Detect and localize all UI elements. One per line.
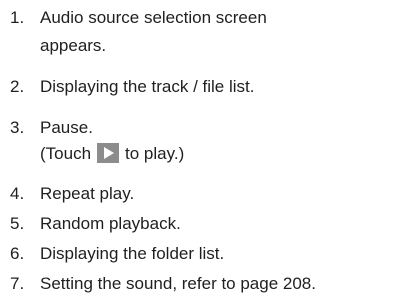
play-icon [97, 143, 120, 163]
touch-label: (Touch [40, 144, 92, 163]
item-number: 3. [10, 118, 25, 137]
to-play-label: to play.) [125, 144, 185, 163]
item-text: Audio source selection screen [40, 8, 267, 27]
item-number: 5. [10, 214, 25, 233]
item-text: Displaying the track / file list. [40, 77, 255, 96]
instruction-list: 1. Audio source selection screen appears… [0, 0, 413, 298]
item-text: Setting the sound, refer to page 208. [40, 274, 316, 293]
item-number: 1. [10, 8, 25, 27]
item-number: 6. [10, 244, 25, 263]
item-text: Repeat play. [40, 184, 135, 203]
item-continuation: (Touch to play.) [40, 140, 184, 168]
item-number: 4. [10, 184, 25, 203]
item-text: Pause. [40, 118, 93, 137]
item-text: Displaying the folder list. [40, 244, 225, 263]
item-text: Random playback. [40, 214, 181, 233]
item-continuation: appears. [40, 36, 107, 55]
item-number: 2. [10, 77, 25, 96]
item-number: 7. [10, 274, 25, 293]
